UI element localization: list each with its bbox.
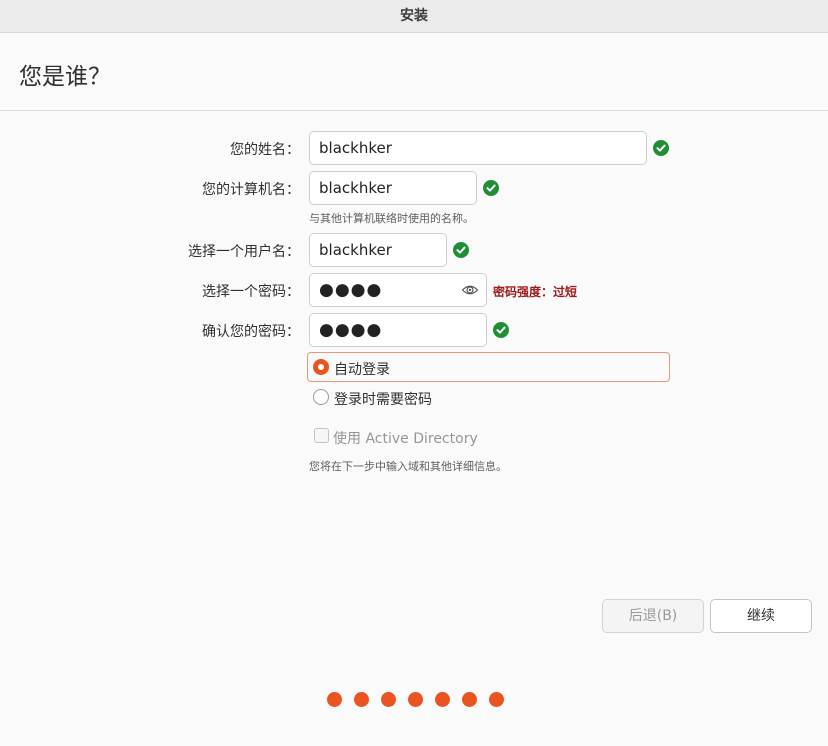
active-directory-checkbox[interactable] xyxy=(314,428,329,443)
password-label: 选择一个密码： xyxy=(202,284,300,300)
progress-dot xyxy=(489,692,504,707)
name-valid-check-icon xyxy=(653,140,669,156)
progress-dot xyxy=(435,692,450,707)
page-title: 您是谁？ xyxy=(19,64,111,90)
active-directory-label: 使用 Active Directory xyxy=(333,431,478,447)
progress-dot xyxy=(408,692,423,707)
computer-name-input[interactable]: blackhker xyxy=(309,171,477,205)
require-password-radio[interactable] xyxy=(313,389,329,405)
username-valid-check-icon xyxy=(453,242,469,258)
auto-login-radio[interactable] xyxy=(313,359,329,375)
computer-name-hint: 与其他计算机联络时使用的名称。 xyxy=(309,212,474,225)
progress-dot xyxy=(381,692,396,707)
name-label: 您的姓名： xyxy=(230,142,300,158)
require-password-label[interactable]: 登录时需要密码 xyxy=(334,389,432,409)
progress-dot xyxy=(354,692,369,707)
progress-dot xyxy=(462,692,477,707)
confirm-password-label: 确认您的密码： xyxy=(202,324,300,340)
computer-name-label: 您的计算机名： xyxy=(202,182,300,198)
window-title: 安装 xyxy=(0,0,828,33)
active-directory-hint: 您将在下一步中输入域和其他详细信息。 xyxy=(309,460,507,473)
computer-name-valid-check-icon xyxy=(483,180,499,196)
username-label: 选择一个用户名： xyxy=(188,244,300,260)
header-divider xyxy=(0,110,828,111)
confirm-password-input[interactable]: ●●●● xyxy=(309,313,487,347)
password-strength-text: 密码强度：过短 xyxy=(493,285,578,299)
confirm-password-valid-check-icon xyxy=(493,322,509,338)
continue-button[interactable]: 继续 xyxy=(710,599,812,633)
name-input[interactable]: blackhker xyxy=(309,131,647,165)
progress-dot xyxy=(327,692,342,707)
auto-login-label[interactable]: 自动登录 xyxy=(334,359,390,379)
username-input[interactable]: blackhker xyxy=(309,233,447,267)
eye-icon[interactable] xyxy=(461,281,479,299)
back-button[interactable]: 后退(B) xyxy=(602,599,704,633)
